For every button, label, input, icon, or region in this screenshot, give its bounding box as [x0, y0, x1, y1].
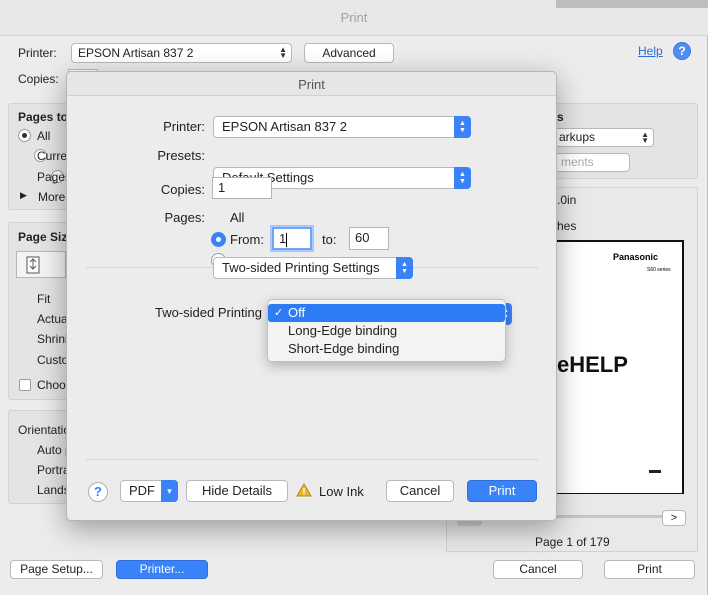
presets-label: Presets: [157, 148, 205, 163]
outer-print-button[interactable]: Print [604, 560, 695, 579]
hide-details-button[interactable]: Hide Details [186, 480, 288, 502]
two-sided-menu: ✓ Off Long-Edge binding Short-Edge bindi… [267, 299, 506, 362]
orient-landscape-label: Lands [37, 483, 70, 497]
to-label: to: [322, 232, 337, 247]
from-value: 1 [279, 231, 287, 246]
outer-printer-select[interactable]: EPSON Artisan 837 2 ▲ ▼ [71, 43, 292, 63]
size-mode-button[interactable] [16, 251, 66, 278]
menu-item-off[interactable]: ✓ Off [268, 304, 505, 322]
choose-paper-checkbox[interactable] [19, 379, 31, 391]
orientation-label: Orientatio [18, 423, 71, 437]
outer-printer-label: Printer: [18, 46, 57, 60]
comments-header: s [557, 110, 564, 124]
menu-item-label: Short-Edge binding [288, 341, 400, 356]
disclosure-triangle-icon[interactable]: ▶ [20, 190, 27, 201]
printer-label: Printer: [163, 119, 205, 134]
chevron-updown-icon: ▲▼ [396, 257, 413, 279]
help-link[interactable]: Help [638, 44, 663, 58]
comments-value: arkups [559, 130, 596, 144]
chevron-updown-icon: ▲▼ [641, 129, 649, 145]
chevron-updown-icon: ▲▼ [454, 167, 471, 189]
orient-portrait-label: Portra [37, 463, 70, 477]
preview-brand: Panasonic [613, 252, 659, 262]
menu-item-long-edge[interactable]: Long-Edge binding [268, 322, 505, 340]
pages-all-label: All [230, 210, 245, 225]
print-sheet: Print Printer: EPSON Artisan 837 2 ▲ ▼ Pr… [66, 71, 557, 521]
next-page-button[interactable]: > [662, 510, 686, 526]
pages-to-print-label: Pages to [18, 110, 69, 124]
page-sizing-panel [8, 222, 72, 400]
preview-series: S60 series [647, 267, 671, 273]
page-setup-button[interactable]: Page Setup... [10, 560, 103, 579]
page-indicator: Page 1 of 179 [535, 535, 610, 549]
menu-item-label: Off [288, 305, 306, 320]
printer-select[interactable]: EPSON Artisan 837 2 ▲ ▼ [213, 116, 471, 138]
cancel-button[interactable]: Cancel [386, 480, 454, 502]
sizing-actual-label: Actua [37, 312, 68, 326]
sizing-custom-label: Custo [37, 353, 69, 367]
page-sizing-label: Page Siz [18, 230, 68, 244]
advanced-button[interactable]: Advanced [304, 43, 394, 63]
help-icon[interactable]: ? [673, 42, 691, 60]
from-label: From: [230, 232, 264, 247]
copies-label: Copies: [160, 182, 205, 197]
more-options-label[interactable]: More [38, 190, 65, 204]
pages-label: Pages: [164, 210, 205, 225]
printer-value: EPSON Artisan 837 2 [222, 119, 348, 134]
to-field[interactable]: 60 [349, 227, 389, 250]
printer-button[interactable]: Printer... [116, 560, 208, 579]
menu-item-short-edge[interactable]: Short-Edge binding [268, 340, 505, 358]
from-field[interactable]: 1 [272, 227, 312, 250]
preview-headline: eHELP [557, 352, 628, 377]
checkmark-icon: ✓ [274, 307, 284, 319]
chevron-down-icon: ▾ [161, 480, 178, 502]
outer-printer-value: EPSON Artisan 837 2 [78, 46, 194, 60]
pages-all-label: All [37, 129, 51, 143]
panel-select[interactable]: Two-sided Printing Settings ▲ ▼ [213, 257, 413, 279]
pages-from-radio[interactable] [211, 232, 226, 247]
low-ink-label: Low Ink [319, 484, 364, 499]
panel-select-value: Two-sided Printing Settings [222, 260, 380, 275]
chevron-updown-icon: ▲▼ [454, 116, 471, 138]
comments-select[interactable]: arkups ▲ ▼ [540, 128, 654, 147]
pages-all-radio[interactable] [18, 129, 31, 142]
page-size-icon [26, 256, 40, 274]
separator [86, 459, 538, 460]
pages-current-label: Curre [37, 149, 68, 163]
outer-cancel-button[interactable]: Cancel [493, 560, 583, 579]
paper-units: hes [557, 219, 577, 233]
sizing-fit-label: Fit [37, 292, 51, 306]
desktop-strip [556, 0, 708, 8]
text-cursor [286, 232, 288, 247]
outer-copies-label: Copies: [18, 72, 59, 86]
paper-dimension: .0in [557, 193, 577, 207]
menu-item-label: Long-Edge binding [288, 323, 398, 338]
pdf-label: PDF [129, 483, 155, 498]
pdf-menu-button[interactable]: PDF ▾ [120, 480, 178, 502]
help-icon[interactable]: ? [88, 482, 108, 502]
preview-footer-mark [649, 470, 661, 473]
chevron-updown-icon: ▲▼ [279, 45, 287, 60]
sheet-title: Print [67, 72, 556, 96]
print-button[interactable]: Print [467, 480, 537, 502]
warning-icon [296, 483, 312, 500]
two-sided-label: Two-sided Printing [155, 305, 262, 320]
copies-field[interactable]: 1 [212, 177, 272, 199]
